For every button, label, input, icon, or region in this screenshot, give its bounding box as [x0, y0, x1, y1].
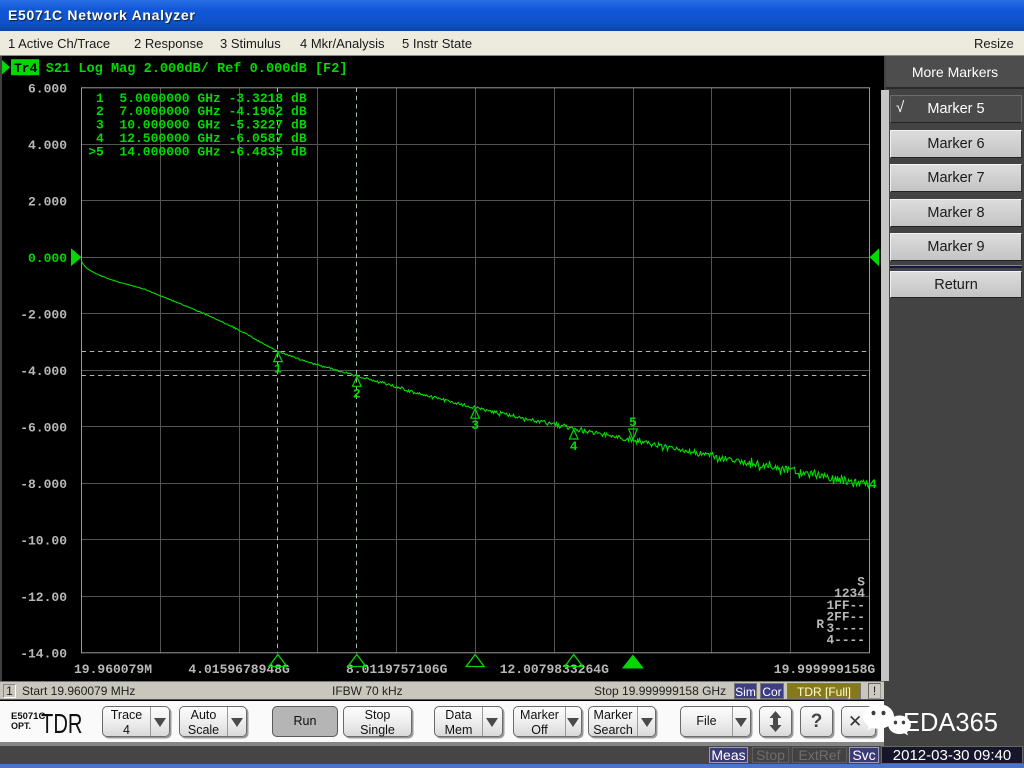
- svg-text:8.0119757106G: 8.0119757106G: [346, 662, 448, 677]
- svg-text:4: 4: [869, 477, 877, 492]
- svg-text:3: 3: [471, 418, 479, 433]
- svg-text:-14.00: -14.00: [20, 646, 67, 661]
- svg-text:19.960079M: 19.960079M: [74, 662, 152, 677]
- svg-text:6.000: 6.000: [28, 81, 67, 96]
- svg-text:-2.000: -2.000: [20, 307, 67, 322]
- svg-text:14.000000 GHz -6.4835 dB: 14.000000 GHz -6.4835 dB: [119, 144, 306, 159]
- svg-text:4: 4: [570, 439, 578, 454]
- svg-text:R: R: [816, 617, 824, 632]
- svg-text:4.000: 4.000: [28, 138, 67, 153]
- svg-text:12.0079833264G: 12.0079833264G: [500, 662, 609, 677]
- svg-text:EDA365: EDA365: [903, 709, 998, 737]
- svg-text:>5: >5: [88, 144, 104, 159]
- svg-text:Tr4: Tr4: [14, 61, 38, 76]
- svg-text:-10.00: -10.00: [20, 533, 67, 548]
- svg-text:2.000: 2.000: [28, 194, 67, 209]
- svg-text:5: 5: [629, 415, 637, 430]
- svg-text:-8.000: -8.000: [20, 477, 67, 492]
- svg-text:19.999999158G: 19.999999158G: [774, 662, 876, 677]
- svg-text:4----: 4----: [826, 633, 864, 648]
- svg-text:4.0159678948G: 4.0159678948G: [188, 662, 290, 677]
- svg-text:-12.00: -12.00: [20, 590, 67, 605]
- svg-text:2: 2: [353, 386, 361, 401]
- svg-text:1: 1: [274, 362, 282, 377]
- svg-text:S21 Log Mag 2.000dB/ Ref 0.000: S21 Log Mag 2.000dB/ Ref 0.000dB [F2]: [46, 62, 348, 77]
- svg-text:0.000: 0.000: [28, 251, 67, 266]
- svg-text:-4.000: -4.000: [20, 364, 67, 379]
- svg-text:-6.000: -6.000: [20, 420, 67, 435]
